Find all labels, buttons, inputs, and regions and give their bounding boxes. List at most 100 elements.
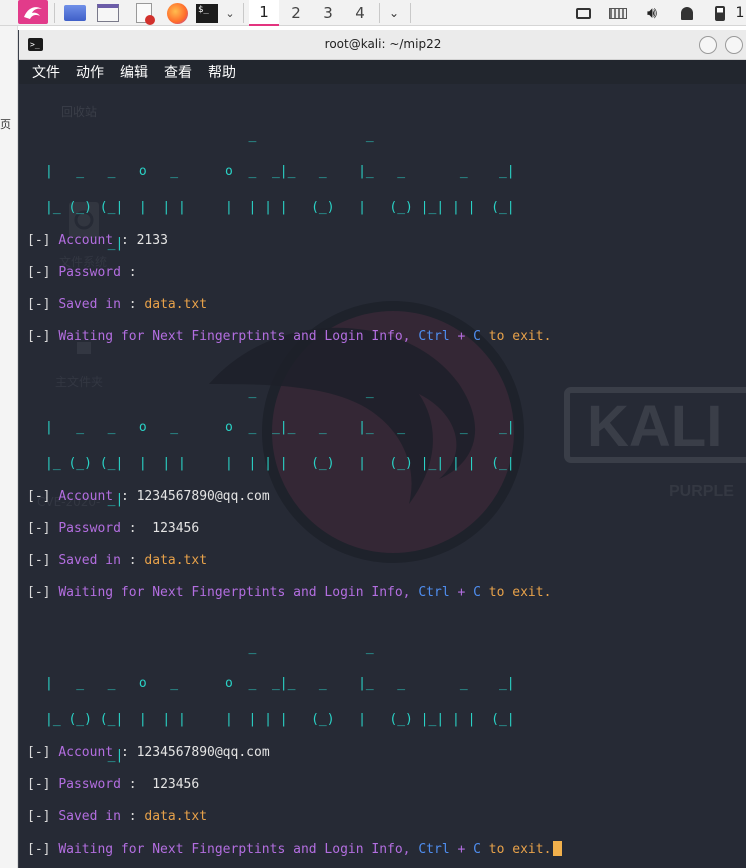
password-label: Password [58,265,121,280]
notification-bell-icon[interactable] [676,0,698,26]
firefox-icon[interactable] [164,0,190,26]
saved-file: data.txt [144,809,208,824]
saved-label: Saved in [58,297,121,312]
waiting-line: [-] Waiting for Next Fingerptints and Lo… [27,329,551,344]
ascii-banner: _ _ | _ _ o _ o _ _|_ _ |_ _ _ _| |_ (_)… [45,106,522,274]
taskbar-separator [243,3,244,23]
desktop-edge-text: 页 [0,118,11,131]
banner-line: _ _ [45,640,523,655]
menu-actions[interactable]: 动作 [76,62,104,82]
colon: : [120,233,129,248]
taskbar-separator [379,3,380,23]
password-value: 123456 [144,521,200,536]
workspace-2[interactable]: 2 [281,0,311,26]
kali-menu-icon[interactable] [18,0,48,24]
saved-label: Saved in [58,553,121,568]
prefix: [-] [27,297,51,312]
banner-line: _ _ [45,128,523,143]
banner-line: | _ _ o _ o _ _|_ _ |_ _ _ _| [45,420,523,435]
exit-text: to exit. [488,329,552,344]
waiting-line: [-] Waiting for Next Fingerptints and Lo… [27,841,563,857]
battery-icon[interactable] [712,0,728,26]
password-line: [-] Password : 123456 [27,521,199,536]
clock-text[interactable]: 1 [734,0,746,26]
terminal-launcher-icon[interactable]: $_ [195,0,219,26]
file-manager-icon[interactable] [95,0,121,26]
waiting-text: Waiting for Next Fingerptints and Login … [58,842,411,857]
prefix: [-] [27,489,51,504]
workspace-4[interactable]: 4 [345,0,375,26]
maximize-button[interactable] [725,36,743,54]
saved-line: [-] Saved in : data.txt [27,553,207,568]
taskbar-separator [410,3,411,23]
colon: : [128,809,137,824]
taskbar-separator [54,3,55,23]
menu-view[interactable]: 查看 [164,62,192,82]
terminal-window: >_ root@kali: ~/mip22 文件 动作 编辑 查看 帮助 KAL… [18,30,746,868]
saved-file: data.txt [144,553,208,568]
menu-help[interactable]: 帮助 [208,62,236,82]
menubar: 文件 动作 编辑 查看 帮助 [19,60,746,84]
display-icon[interactable] [572,0,594,26]
colon: : [128,297,137,312]
text-cursor [553,841,563,856]
exit-text: to exit. [488,842,552,857]
exit-text: to exit. [488,585,552,600]
menu-file[interactable]: 文件 [32,62,60,82]
password-line: [-] Password : 123456 [27,777,199,792]
prefix: [-] [27,265,51,280]
account-value: 2133 [136,233,168,248]
launcher-dropdown-chevron-icon[interactable]: ⌄ [221,0,239,26]
password-label: Password [58,777,121,792]
colon: : [128,553,137,568]
window-list-chevron-icon[interactable]: ⌄ [384,0,404,26]
ctrl-text: Ctrl [418,842,450,857]
prefix: [-] [27,329,51,344]
banner-line: | _ _ o _ o _ _|_ _ |_ _ _ _| [45,676,523,691]
account-label: Account [58,233,114,248]
window-title: root@kali: ~/mip22 [324,37,442,51]
terminal-output[interactable]: KALI PURPLE 回收站 文件系统 主文件夹 CVE-2020- _ _ … [19,84,746,868]
banner-line: |_ (_) (_| | | | | | | | (_) | (_) |_| |… [45,712,523,727]
banner-line: |_ (_) (_| | | | | | | | (_) | (_) |_| |… [45,456,523,471]
saved-file: data.txt [144,297,208,312]
text-editor-icon[interactable] [131,0,157,26]
volume-icon[interactable]: 🔊︎ [641,0,663,26]
waiting-text: Waiting for Next Fingerptints and Login … [58,585,411,600]
ascii-banner: _ _ | _ _ o _ o _ _|_ _ |_ _ _ _| |_ (_)… [45,618,522,786]
account-value: 1234567890@qq.com [136,489,270,504]
wallpaper-brand-sub-text: PURPLE [669,483,734,500]
plus-text: + [457,842,466,857]
password-value: 123456 [144,777,200,792]
account-line: [-] Account : 1234567890@qq.com [27,489,270,504]
menu-edit[interactable]: 编辑 [120,62,148,82]
account-line: [-] Account : 2133 [27,233,168,248]
window-titlebar[interactable]: >_ root@kali: ~/mip22 [19,30,746,60]
colon: : [120,745,129,760]
workspace-3[interactable]: 3 [313,0,343,26]
saved-label: Saved in [58,809,121,824]
show-desktop-icon[interactable] [62,0,88,26]
keyboard-icon[interactable] [607,0,629,26]
taskbar: $_ ⌄ 1 2 3 4 ⌄ 🔊︎ 1 [0,0,746,26]
prefix: [-] [27,745,51,760]
prefix: [-] [27,233,51,248]
minimize-button[interactable] [699,36,717,54]
ctrl-text: Ctrl [418,329,450,344]
plus-text: + [457,585,466,600]
banner-line: | _ _ o _ o _ _|_ _ |_ _ _ _| [45,164,523,179]
banner-line: _ _ [45,384,523,399]
prefix: [-] [27,553,51,568]
ctrl-text: Ctrl [418,585,450,600]
colon: : [128,521,137,536]
account-label: Account [58,745,114,760]
saved-line: [-] Saved in : data.txt [27,809,207,824]
banner-line: |_ (_) (_| | | | | | | | (_) | (_) |_| |… [45,200,523,215]
wallpaper-brand-text: KALI [587,394,722,459]
workspace-1[interactable]: 1 [249,0,279,26]
prefix: [-] [27,585,51,600]
prefix: [-] [27,809,51,824]
colon: : [120,489,129,504]
account-line: [-] Account : 1234567890@qq.com [27,745,270,760]
account-value: 1234567890@qq.com [136,745,270,760]
